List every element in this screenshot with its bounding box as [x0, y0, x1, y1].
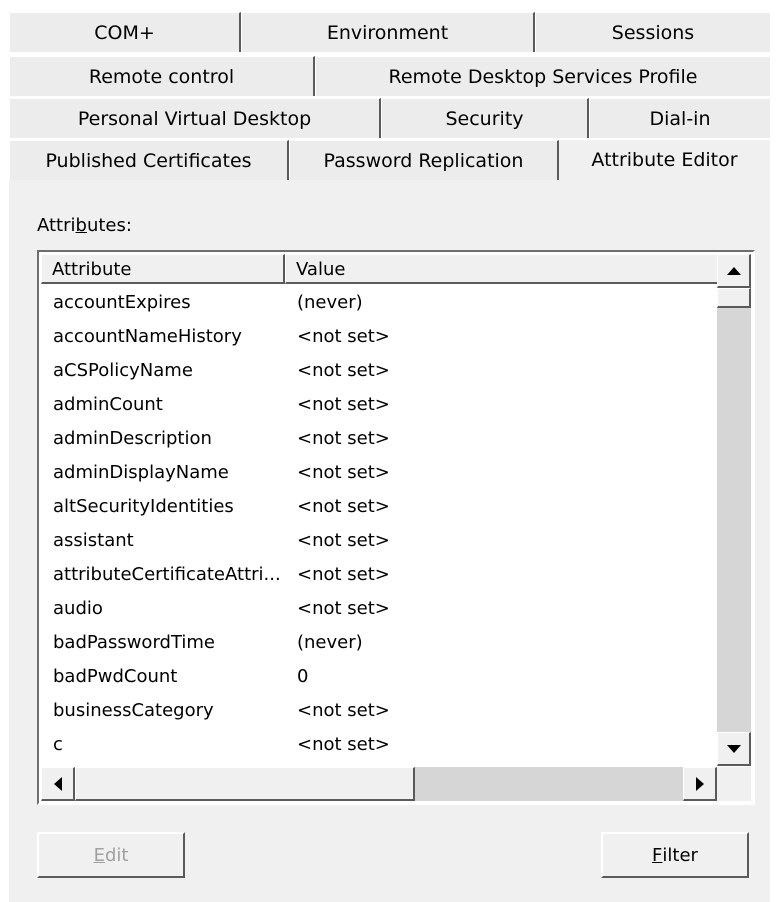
- attribute-value-cell: (never): [297, 292, 363, 313]
- tab-row-4: Published Certificates Password Replicat…: [9, 140, 770, 180]
- column-header-attribute[interactable]: Attribute: [41, 254, 285, 284]
- attribute-name-cell: badPwdCount: [53, 666, 178, 687]
- triangle-up-icon: [726, 266, 741, 275]
- table-row[interactable]: aCSPolicyName <not set>: [41, 354, 717, 388]
- tab-personal-virtual-desktop[interactable]: Personal Virtual Desktop: [9, 98, 381, 138]
- attribute-value-cell: <not set>: [297, 360, 390, 381]
- attribute-value-cell: <not set>: [297, 530, 390, 551]
- attribute-name-cell: businessCategory: [53, 700, 214, 721]
- attributes-label-pre: Attri: [37, 215, 76, 236]
- attribute-value-cell: <not set>: [297, 326, 390, 347]
- vertical-scrollbar[interactable]: [717, 254, 751, 766]
- attributes-label-mnemonic: b: [75, 215, 87, 236]
- tab-remote-desktop-services-profile[interactable]: Remote Desktop Services Profile: [315, 56, 770, 96]
- attribute-value-cell: <not set>: [297, 598, 390, 619]
- attribute-name-cell: altSecurityIdentities: [53, 496, 234, 517]
- table-row[interactable]: accountExpires (never): [41, 286, 717, 320]
- table-row[interactable]: c <not set>: [41, 728, 717, 762]
- attribute-name-cell: [41, 762, 285, 766]
- tab-attribute-editor[interactable]: Attribute Editor: [559, 140, 770, 180]
- attribute-name-cell: attributeCertificateAttri...: [53, 564, 281, 585]
- scroll-down-button[interactable]: [717, 732, 751, 766]
- triangle-down-icon: [726, 744, 741, 753]
- attribute-name-cell: adminDescription: [53, 428, 212, 449]
- attribute-value-cell: <not set>: [297, 428, 390, 449]
- table-row[interactable]: assistant <not set>: [41, 524, 717, 558]
- table-row[interactable]: attributeCertificateAttri... <not set>: [41, 558, 717, 592]
- attribute-value-cell: <not set>: [297, 700, 390, 721]
- attribute-value-cell: <not set>: [297, 394, 390, 415]
- attribute-value-cell: (never): [297, 632, 363, 653]
- horizontal-scrollbar[interactable]: [41, 767, 717, 801]
- table-row[interactable]: badPasswordTime (never): [41, 626, 717, 660]
- scroll-left-button[interactable]: [41, 767, 75, 801]
- attribute-name-cell: adminCount: [53, 394, 163, 415]
- attributes-listview[interactable]: Attribute Value accountExpires (never) acc…: [37, 250, 755, 805]
- edit-button[interactable]: Edit: [37, 832, 185, 878]
- column-header-row: Attribute Value: [41, 254, 717, 284]
- attributes-label: Attributes:: [37, 215, 132, 236]
- edit-button-rest: dit: [104, 844, 129, 866]
- attributes-rows: accountExpires (never) accountNameHistory <…: [41, 286, 717, 766]
- tab-row-2: Remote control Remote Desktop Services P…: [9, 56, 770, 96]
- attribute-name-cell: accountNameHistory: [53, 326, 242, 347]
- vertical-scroll-thumb[interactable]: [717, 288, 751, 308]
- scroll-up-button[interactable]: [717, 254, 751, 288]
- edit-button-mnemonic: E: [93, 844, 105, 866]
- attribute-name-cell: c: [53, 734, 63, 755]
- tab-row-3: Personal Virtual Desktop Security Dial-i…: [9, 98, 770, 138]
- attribute-name-cell: assistant: [53, 530, 134, 551]
- table-row[interactable]: audio <not set>: [41, 592, 717, 626]
- tab-published-certificates[interactable]: Published Certificates: [9, 140, 289, 180]
- tab-remote-control[interactable]: Remote control: [9, 56, 315, 96]
- table-row[interactable]: adminDisplayName <not set>: [41, 456, 717, 490]
- column-header-value[interactable]: Value: [285, 254, 717, 284]
- table-row[interactable]: businessCategory <not set>: [41, 694, 717, 728]
- table-row[interactable]: adminDescription <not set>: [41, 422, 717, 456]
- table-row[interactable]: adminCount <not set>: [41, 388, 717, 422]
- tab-password-replication[interactable]: Password Replication: [289, 140, 559, 180]
- table-row[interactable]: badPwdCount 0: [41, 660, 717, 694]
- attributes-label-post: utes:: [86, 215, 132, 236]
- triangle-right-icon: [695, 776, 704, 791]
- horizontal-scroll-thumb[interactable]: [75, 767, 415, 801]
- attribute-value-cell: <not set>: [297, 564, 390, 585]
- filter-button[interactable]: Filter: [601, 832, 749, 878]
- table-row[interactable]: altSecurityIdentities <not set>: [41, 490, 717, 524]
- tab-sessions[interactable]: Sessions: [535, 12, 770, 52]
- tab-dial-in[interactable]: Dial-in: [589, 98, 770, 138]
- tab-row-1: COM+ Environment Sessions: [9, 12, 770, 52]
- scroll-right-button[interactable]: [683, 767, 717, 801]
- attribute-name-cell: audio: [53, 598, 103, 619]
- attribute-value-cell: <not set>: [297, 734, 390, 755]
- attribute-name-cell: accountExpires: [53, 292, 191, 313]
- tab-com-plus[interactable]: COM+: [9, 12, 241, 52]
- attribute-name-cell: adminDisplayName: [53, 462, 229, 483]
- tab-security[interactable]: Security: [381, 98, 589, 138]
- table-row[interactable]: accountNameHistory <not set>: [41, 320, 717, 354]
- attribute-name-cell: aCSPolicyName: [53, 360, 193, 381]
- attribute-value-cell: <not set>: [297, 462, 390, 483]
- tab-environment[interactable]: Environment: [241, 12, 535, 52]
- filter-button-rest: ilter: [662, 844, 698, 866]
- attribute-value-cell: <not set>: [297, 496, 390, 517]
- triangle-left-icon: [53, 776, 62, 791]
- attribute-name-cell: badPasswordTime: [53, 632, 216, 653]
- table-row[interactable]: [41, 762, 717, 766]
- attribute-value-cell: [285, 762, 297, 766]
- attribute-value-cell: 0: [297, 666, 309, 687]
- filter-button-mnemonic: F: [652, 844, 663, 866]
- scrollbar-corner: [717, 767, 751, 801]
